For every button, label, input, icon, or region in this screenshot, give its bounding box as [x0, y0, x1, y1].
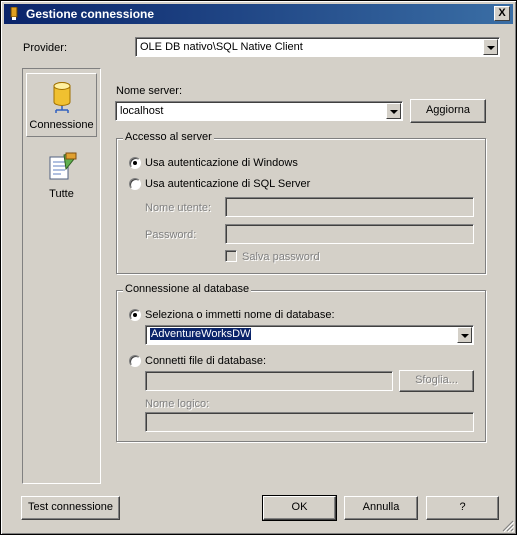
provider-value: OLE DB nativo\SQL Native Client — [140, 41, 303, 53]
logical-name-label: Nome logico: — [145, 398, 210, 410]
app-icon — [10, 7, 18, 20]
refresh-button-label: Aggiorna — [425, 104, 471, 116]
attach-file-radio[interactable] — [129, 355, 141, 367]
sql-auth-label[interactable]: Usa autenticazione di SQL Server — [145, 178, 310, 190]
server-name-value: localhost — [120, 105, 164, 117]
database-dropdown-icon[interactable] — [457, 327, 472, 343]
password-input[interactable] — [225, 224, 474, 244]
provider-dropdown-icon[interactable] — [483, 39, 498, 55]
server-dropdown-icon[interactable] — [386, 103, 401, 119]
database-connection-legend: Connessione al database — [123, 283, 252, 295]
server-name-label: Nome server: — [116, 85, 183, 97]
select-database-radio[interactable] — [129, 309, 141, 321]
close-button[interactable]: X — [494, 6, 510, 21]
save-password-checkbox[interactable] — [225, 250, 237, 262]
save-password-label[interactable]: Salva password — [242, 251, 320, 263]
resize-grip-icon[interactable] — [502, 520, 514, 532]
database-name-value: AdventureWorksDW — [150, 328, 252, 340]
attach-file-label[interactable]: Connetti file di database: — [145, 355, 266, 367]
test-connection-label: Test connessione — [28, 501, 113, 513]
select-database-label[interactable]: Seleziona o immetti nome di database: — [145, 309, 335, 321]
ok-button[interactable]: OK — [262, 495, 337, 521]
server-name-combo[interactable]: localhost — [115, 101, 403, 121]
provider-label: Provider: — [23, 42, 68, 54]
database-file-input[interactable] — [145, 371, 393, 391]
sidebar-item-tutte[interactable]: Tutte — [26, 149, 97, 209]
database-name-combo[interactable]: AdventureWorksDW — [145, 325, 474, 345]
browse-button[interactable]: Sfoglia... — [399, 370, 474, 392]
ok-button-label: OK — [291, 501, 308, 513]
sidebar-item-connessione[interactable]: Connessione — [26, 73, 97, 137]
logical-name-input[interactable] — [145, 412, 474, 432]
windows-auth-radio[interactable] — [129, 157, 141, 169]
cancel-button[interactable]: Annulla — [344, 496, 418, 520]
username-label: Nome utente: — [145, 202, 212, 214]
server-access-legend: Accesso al server — [123, 131, 214, 143]
browse-button-label: Sfoglia... — [415, 374, 458, 386]
sidebar-item-label: Tutte — [49, 188, 74, 200]
username-input[interactable] — [225, 197, 474, 217]
window-title: Gestione connessione — [26, 7, 155, 21]
title-bar[interactable]: Gestione connessione X — [4, 4, 513, 24]
connection-manager-dialog: Gestione connessione X Provider: OLE DB … — [0, 0, 517, 535]
password-label: Password: — [145, 229, 197, 241]
properties-icon — [49, 152, 76, 180]
sidebar-item-label: Connessione — [29, 119, 94, 131]
page-selector-sidebar: Connessione Tutte — [22, 68, 101, 484]
database-icon — [53, 82, 70, 113]
help-button[interactable]: ? — [426, 496, 499, 520]
refresh-button[interactable]: Aggiorna — [410, 99, 486, 123]
provider-combo[interactable]: OLE DB nativo\SQL Native Client — [135, 37, 500, 57]
test-connection-button[interactable]: Test connessione — [21, 496, 120, 520]
close-icon: X — [498, 7, 506, 19]
cancel-button-label: Annulla — [362, 501, 400, 513]
windows-auth-label[interactable]: Usa autenticazione di Windows — [145, 157, 298, 169]
help-button-label: ? — [459, 501, 466, 513]
sql-auth-radio[interactable] — [129, 178, 141, 190]
